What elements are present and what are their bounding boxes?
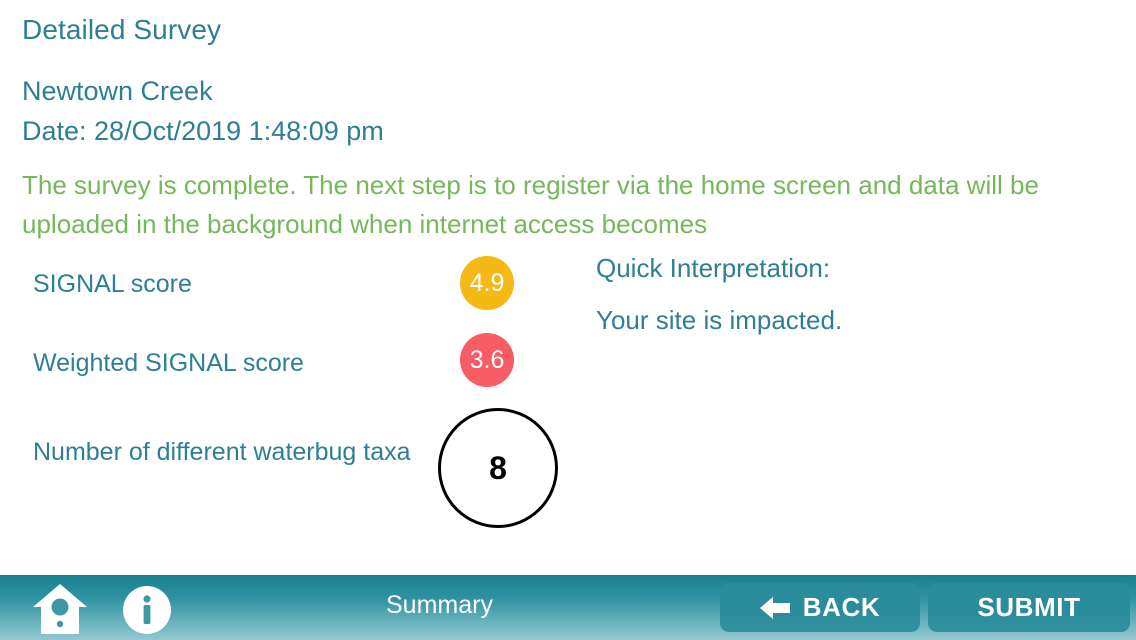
info-circle-icon[interactable]: [122, 585, 172, 635]
bottom-navigation-bar: Summary BACK SUBMIT: [0, 575, 1136, 640]
back-button-label: BACK: [802, 592, 881, 622]
taxa-count-value: 8: [489, 449, 507, 486]
signal-score-value: 4.9: [469, 268, 505, 297]
site-name: Newtown Creek: [22, 76, 213, 106]
weighted-signal-score-badge: 3.6: [460, 333, 514, 387]
page-title: Detailed Survey: [22, 14, 222, 45]
signal-score-label: SIGNAL score: [33, 270, 192, 298]
weighted-signal-score-value: 3.6: [469, 345, 505, 374]
back-button[interactable]: BACK: [720, 583, 920, 632]
signal-score-badge: 4.9: [460, 256, 514, 310]
survey-summary-screen: Detailed Survey Newtown Creek Date: 28/O…: [0, 0, 1136, 640]
birdhouse-home-icon[interactable]: [30, 583, 90, 635]
submit-button[interactable]: SUBMIT: [928, 583, 1130, 632]
interpretation-title: Quick Interpretation:: [596, 253, 831, 283]
screen-label: Summary: [386, 591, 493, 619]
status-message: The survey is complete. The next step is…: [22, 170, 1039, 239]
arrow-left-icon: [759, 596, 790, 619]
survey-date: Date: 28/Oct/2019 1:48:09 pm: [22, 116, 384, 146]
interpretation-text: Your site is impacted.: [596, 305, 843, 335]
taxa-count-circle: 8: [438, 408, 558, 528]
taxa-count-label: Number of different waterbug taxa: [33, 438, 411, 466]
submit-button-label: SUBMIT: [977, 592, 1081, 622]
weighted-signal-score-label: Weighted SIGNAL score: [33, 349, 304, 377]
